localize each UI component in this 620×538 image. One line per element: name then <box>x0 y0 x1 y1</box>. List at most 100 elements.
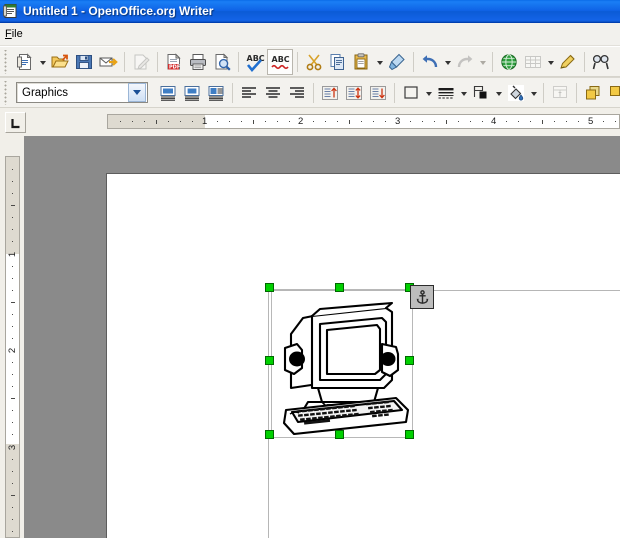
table-properties-button[interactable] <box>548 81 572 105</box>
writer-document-icon <box>3 3 19 19</box>
standard-toolbar-grip[interactable] <box>2 50 11 74</box>
insert-table-button[interactable] <box>521 50 545 74</box>
spelling-check-button[interactable]: ABC <box>243 50 267 74</box>
align-middle-button[interactable] <box>342 81 366 105</box>
filter-button[interactable] <box>156 81 180 105</box>
undo-button[interactable] <box>418 50 442 74</box>
ruler-tick <box>12 217 13 218</box>
ruler-tick <box>229 121 230 122</box>
resize-handle-top-center[interactable] <box>335 283 344 292</box>
send-to-back-button[interactable] <box>605 81 620 105</box>
ruler-tick <box>241 121 242 122</box>
send-email-button[interactable] <box>96 50 120 74</box>
paste-dropdown[interactable] <box>374 50 385 74</box>
graphics-toolbar-grip[interactable] <box>2 81 11 105</box>
color-settings-button[interactable] <box>204 81 228 105</box>
autospellcheck-button[interactable]: ABC <box>267 49 293 75</box>
ruler-tick <box>11 398 15 399</box>
ruler-tick <box>12 386 13 387</box>
clone-formatting-button[interactable] <box>385 50 409 74</box>
align-center-button[interactable] <box>261 81 285 105</box>
resize-handle-bottom-center[interactable] <box>335 430 344 439</box>
ruler-tick <box>217 121 218 122</box>
redo-button[interactable] <box>453 50 477 74</box>
export-pdf-button[interactable]: PDF <box>162 50 186 74</box>
selected-graphic-object[interactable] <box>265 283 413 437</box>
resize-handle-middle-left[interactable] <box>265 356 274 365</box>
ruler-tick <box>120 121 121 122</box>
svg-text:PDF: PDF <box>169 64 180 70</box>
show-draw-functions-button[interactable] <box>556 50 580 74</box>
new-document-dropdown[interactable] <box>37 50 48 74</box>
bring-to-front-button[interactable] <box>581 81 605 105</box>
ruler-tick <box>12 229 13 230</box>
ruler-label: 2 <box>7 344 18 357</box>
open-document-button[interactable] <box>48 50 72 74</box>
computer-clipart[interactable] <box>274 292 410 435</box>
save-document-button[interactable] <box>72 50 96 74</box>
line-style-dropdown[interactable] <box>458 81 469 105</box>
anchor-icon[interactable] <box>410 285 434 309</box>
ruler-tick <box>615 121 616 122</box>
graphics-separator-5 <box>576 83 577 103</box>
ruler-tick <box>12 193 13 194</box>
ruler-tick <box>12 434 13 435</box>
ruler-tick <box>373 121 374 122</box>
ruler-tick <box>603 121 604 122</box>
horizontal-ruler-row: 12345 <box>0 108 620 136</box>
line-color-dropdown[interactable] <box>493 81 504 105</box>
align-top-button[interactable] <box>318 81 342 105</box>
background-color-button[interactable] <box>504 81 528 105</box>
line-color-button[interactable] <box>469 81 493 105</box>
ruler-tick <box>410 121 411 122</box>
find-replace-button[interactable] <box>589 50 613 74</box>
ruler-tick <box>11 495 15 496</box>
ruler-label: 2 <box>298 116 303 127</box>
ruler-tick <box>422 121 423 122</box>
align-bottom-button[interactable] <box>366 81 390 105</box>
document-workspace[interactable] <box>24 136 620 538</box>
ruler-label: 1 <box>7 248 18 261</box>
resize-handle-bottom-right[interactable] <box>405 430 414 439</box>
vertical-ruler-area: 123 <box>0 136 24 538</box>
standard-toolbar: PDF ABC <box>0 46 620 76</box>
graphics-mode-button[interactable] <box>180 81 204 105</box>
ruler-margin-zone <box>6 444 19 538</box>
toolbar-separator-1 <box>124 52 125 72</box>
tab-selector-button[interactable] <box>5 112 26 133</box>
graphics-style-value: Graphics <box>17 87 128 99</box>
ruler-tick <box>12 410 13 411</box>
page-preview-button[interactable] <box>210 50 234 74</box>
openoffice-writer-window: Untitled 1 - OpenOffice.org Writer File <box>0 0 620 538</box>
border-style-dropdown[interactable] <box>423 81 434 105</box>
graphics-style-combo[interactable]: Graphics <box>16 82 148 103</box>
copy-button[interactable] <box>326 50 350 74</box>
vertical-ruler[interactable]: 123 <box>5 156 20 538</box>
chevron-down-icon[interactable] <box>128 83 146 102</box>
undo-dropdown[interactable] <box>442 50 453 74</box>
background-color-dropdown[interactable] <box>528 81 539 105</box>
border-style-button[interactable] <box>399 81 423 105</box>
insert-table-dropdown[interactable] <box>545 50 556 74</box>
resize-handle-middle-right[interactable] <box>405 356 414 365</box>
insert-hyperlink-button[interactable] <box>497 50 521 74</box>
paste-button[interactable] <box>350 50 374 74</box>
resize-handle-top-left[interactable] <box>265 283 274 292</box>
horizontal-ruler[interactable]: 12345 <box>107 114 620 129</box>
ruler-tick <box>12 290 13 291</box>
ruler-tick <box>12 519 13 520</box>
ruler-tick <box>253 120 254 124</box>
document-page[interactable] <box>107 174 620 538</box>
new-document-button[interactable] <box>13 50 37 74</box>
print-document-button[interactable] <box>186 50 210 74</box>
resize-handle-bottom-left[interactable] <box>265 430 274 439</box>
ruler-tick <box>265 121 266 122</box>
redo-dropdown[interactable] <box>477 50 488 74</box>
edit-file-button[interactable] <box>129 50 153 74</box>
cut-button[interactable] <box>302 50 326 74</box>
ruler-tick <box>11 302 15 303</box>
align-left-button[interactable] <box>237 81 261 105</box>
toolbar-separator-7 <box>584 52 585 72</box>
line-style-button[interactable] <box>434 81 458 105</box>
align-right-button[interactable] <box>285 81 309 105</box>
